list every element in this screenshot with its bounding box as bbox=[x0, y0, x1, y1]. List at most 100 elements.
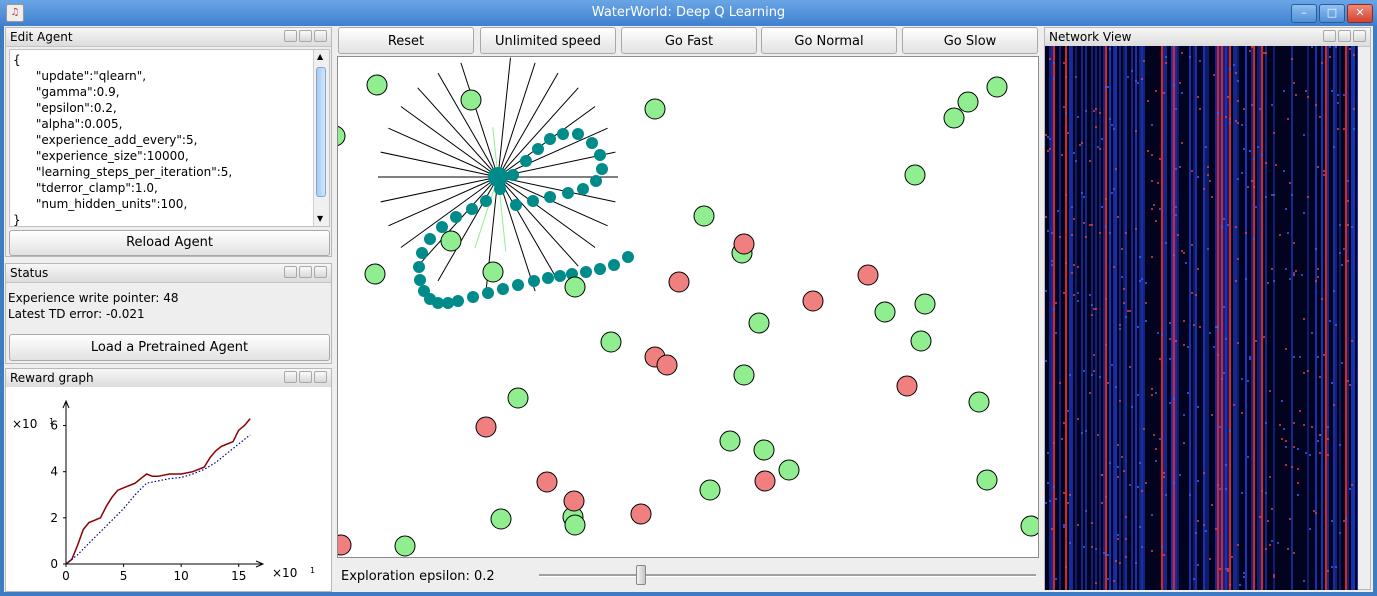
activation-column bbox=[1239, 46, 1241, 590]
activation-cell bbox=[1045, 216, 1047, 218]
activation-cell bbox=[1309, 454, 1311, 456]
reload-agent-button[interactable]: Reload Agent bbox=[9, 230, 330, 256]
activation-cell bbox=[1255, 340, 1257, 342]
activation-cell bbox=[1063, 422, 1065, 424]
activation-cell bbox=[1093, 110, 1095, 112]
activation-column bbox=[1331, 46, 1333, 590]
agent-trail-dot bbox=[510, 199, 522, 211]
activation-cell bbox=[1349, 488, 1351, 490]
panel-minimize-icon[interactable] bbox=[284, 266, 297, 278]
unlimited-speed-button[interactable]: Unlimited speed bbox=[480, 27, 616, 54]
activation-column bbox=[1307, 46, 1309, 590]
activation-cell bbox=[1299, 410, 1301, 412]
activation-cell bbox=[1293, 82, 1295, 84]
panel-maximize-icon[interactable] bbox=[299, 371, 312, 383]
activation-column bbox=[1199, 46, 1201, 590]
window-title: WaterWorld: Deep Q Learning bbox=[591, 5, 786, 20]
activation-cell bbox=[1085, 236, 1087, 238]
activation-cell bbox=[1333, 146, 1335, 148]
activation-cell bbox=[1285, 348, 1287, 350]
good-item bbox=[1020, 515, 1038, 537]
activation-cell bbox=[1089, 392, 1091, 394]
bad-item bbox=[630, 503, 652, 525]
activation-cell bbox=[1291, 58, 1293, 60]
activation-cell bbox=[1183, 320, 1185, 322]
activation-column bbox=[1145, 46, 1147, 590]
reset-button[interactable]: Reset bbox=[338, 27, 474, 54]
activation-cell bbox=[1121, 248, 1123, 250]
activation-column bbox=[1319, 46, 1321, 590]
agent-trail-dot bbox=[594, 149, 606, 161]
activation-cell bbox=[1047, 150, 1049, 152]
activation-cell bbox=[1197, 520, 1199, 522]
maximize-button[interactable]: □ bbox=[1319, 4, 1345, 23]
panel-close-icon[interactable] bbox=[314, 266, 327, 278]
load-pretrained-button[interactable]: Load a Pretrained Agent bbox=[9, 334, 330, 361]
activation-cell bbox=[1095, 126, 1097, 128]
panel-maximize-icon[interactable] bbox=[1338, 30, 1351, 42]
close-button[interactable]: ✕ bbox=[1347, 4, 1373, 23]
panel-close-icon[interactable] bbox=[314, 371, 327, 383]
activation-cell bbox=[1115, 560, 1117, 562]
activation-column bbox=[1317, 46, 1319, 590]
epsilon-slider-thumb[interactable] bbox=[636, 565, 646, 585]
activation-cell bbox=[1139, 280, 1141, 282]
go-slow-button[interactable]: Go Slow bbox=[902, 27, 1038, 54]
activation-cell bbox=[1249, 150, 1251, 152]
activation-cell bbox=[1347, 380, 1349, 382]
panel-minimize-icon[interactable] bbox=[284, 371, 297, 383]
editor-scrollbar[interactable]: ▲ ▼ bbox=[313, 50, 329, 226]
activation-cell bbox=[1115, 168, 1117, 170]
activation-cell bbox=[1287, 118, 1289, 120]
activation-cell bbox=[1107, 382, 1109, 384]
go-normal-button[interactable]: Go Normal bbox=[761, 27, 897, 54]
agent-trail-dot bbox=[436, 221, 448, 233]
activation-cell bbox=[1331, 90, 1333, 92]
activation-cell bbox=[1239, 584, 1241, 586]
activation-cell bbox=[1115, 386, 1117, 388]
agent-spec-editor[interactable]: { "update":"qlearn", "gamma":0.9, "epsil… bbox=[9, 49, 330, 227]
activation-cell bbox=[1155, 392, 1157, 394]
activation-cell bbox=[1163, 476, 1165, 478]
activation-cell bbox=[1073, 152, 1075, 154]
scroll-up-icon[interactable]: ▲ bbox=[317, 53, 323, 61]
panel-minimize-icon[interactable] bbox=[1323, 30, 1336, 42]
activation-cell bbox=[1265, 52, 1267, 54]
minimize-button[interactable]: – bbox=[1291, 4, 1317, 23]
panel-minimize-icon[interactable] bbox=[284, 30, 297, 42]
activation-cell bbox=[1053, 442, 1055, 444]
panel-maximize-icon[interactable] bbox=[299, 30, 312, 42]
go-fast-button[interactable]: Go Fast bbox=[621, 27, 757, 54]
activation-cell bbox=[1265, 548, 1267, 550]
x-tick-label: 0 bbox=[62, 569, 70, 583]
panel-maximize-icon[interactable] bbox=[299, 266, 312, 278]
activation-cell bbox=[1109, 232, 1111, 234]
panel-close-icon[interactable] bbox=[314, 30, 327, 42]
activation-cell bbox=[1269, 476, 1271, 478]
activation-cell bbox=[1191, 170, 1193, 172]
agent-trail-dot bbox=[594, 263, 606, 275]
activation-cell bbox=[1107, 86, 1109, 88]
activation-column bbox=[1209, 46, 1211, 590]
activation-cell bbox=[1065, 566, 1067, 568]
activation-cell bbox=[1263, 52, 1265, 54]
panel-close-icon[interactable] bbox=[1353, 30, 1366, 42]
epsilon-slider-track[interactable] bbox=[539, 574, 1036, 577]
activation-column bbox=[1167, 46, 1169, 590]
activation-cell bbox=[1245, 232, 1247, 234]
agent-trail-dot bbox=[542, 272, 554, 284]
activation-cell bbox=[1119, 562, 1121, 564]
activation-cell bbox=[1047, 136, 1049, 138]
scroll-thumb[interactable] bbox=[316, 67, 326, 197]
activation-cell bbox=[1263, 336, 1265, 338]
activation-cell bbox=[1235, 226, 1237, 228]
activation-column bbox=[1345, 46, 1347, 590]
agent-trail-dot bbox=[527, 195, 539, 207]
activation-cell bbox=[1195, 294, 1197, 296]
activation-column bbox=[1051, 46, 1053, 590]
activation-cell bbox=[1089, 224, 1091, 226]
agent-spec-text[interactable]: { "update":"qlearn", "gamma":0.9, "epsil… bbox=[13, 52, 329, 226]
activation-column bbox=[1175, 46, 1177, 590]
waterworld-canvas[interactable] bbox=[337, 56, 1039, 558]
scroll-down-icon[interactable]: ▼ bbox=[317, 215, 323, 223]
